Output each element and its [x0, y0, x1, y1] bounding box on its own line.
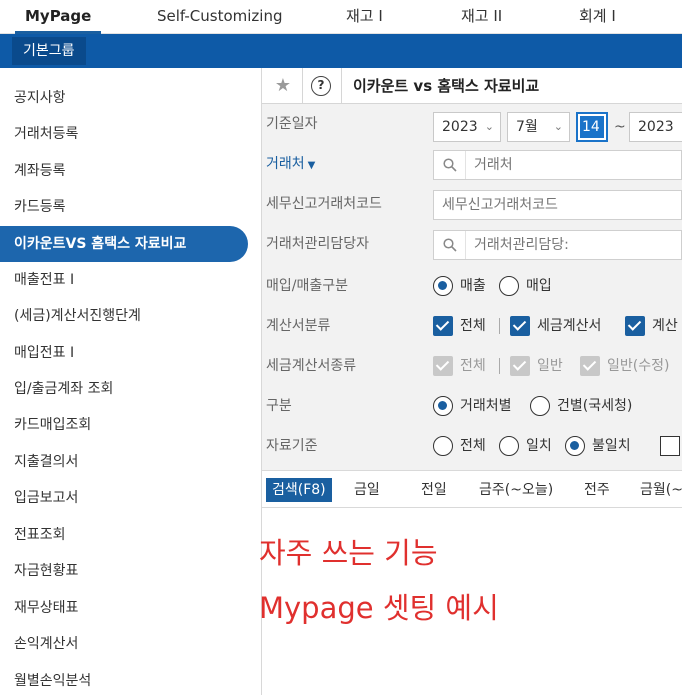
sidebar-item-expense-resolution[interactable]: 지출결의서: [14, 452, 78, 472]
search-f8-button[interactable]: 검색(F8): [266, 478, 332, 502]
row-division: 구분 거래처별 건별(국세청): [262, 386, 682, 426]
sidebar-item-account-register[interactable]: 계좌등록: [14, 161, 66, 181]
tab-accounting-1[interactable]: 회계 I: [579, 0, 616, 34]
caret-down-icon: ▼: [307, 160, 316, 171]
sidebar-item-income-statement[interactable]: 손익계산서: [14, 634, 78, 654]
month-select[interactable]: 7월 ⌄: [507, 112, 570, 142]
radio-basis-mismatch[interactable]: 불일치: [565, 436, 631, 456]
base-date-label: 기준일자: [266, 116, 318, 132]
tab-mypage[interactable]: MyPage: [14, 0, 102, 34]
check-type-normal-revised[interactable]: 일반(수정): [580, 356, 669, 376]
tab-inventory-2[interactable]: 재고 II: [461, 0, 502, 34]
radio-basis-match[interactable]: 일치: [499, 436, 552, 456]
check-type-normal[interactable]: 일반: [510, 356, 563, 376]
customer-manager-label: 거래처관리담당자: [266, 236, 370, 252]
row-customer: 거래처 ▼: [262, 144, 682, 184]
sidebar-item-purchase-slip[interactable]: 매입전표 I: [14, 343, 74, 363]
search-form: 기준일자 2023 ⌄ 7월 ⌄ 14 ~ 2023 거래처 ▼ 거래처 세무신…: [262, 104, 682, 470]
quick-filter-bar: 검색(F8) 금일 전일 금주(~오늘) 전주 금월(~: [262, 470, 682, 508]
year-value: 2023: [442, 119, 478, 135]
radio-purchase[interactable]: 매입: [499, 276, 552, 296]
sidebar-item-card-purchase[interactable]: 카드매입조회: [14, 415, 91, 435]
tax-customer-code-box[interactable]: [433, 190, 682, 220]
tax-customer-code-label: 세무신고거래처코드: [266, 196, 382, 212]
divider: [302, 68, 303, 104]
tab-inventory-1[interactable]: 재고 I: [346, 0, 383, 34]
tab-self-customizing[interactable]: Self-Customizing: [157, 0, 283, 34]
divider: [499, 318, 500, 334]
annotation-mypage-example: Mypage 셋팅 예시: [259, 591, 499, 625]
sidebar-item-deposit-report[interactable]: 입금보고서: [14, 488, 78, 508]
sidebar-item-bank-inquiry[interactable]: 입/출금계좌 조회: [14, 379, 113, 399]
annotation-frequent-functions: 자주 쓰는 기능: [259, 536, 438, 570]
chevron-down-icon: ⌄: [484, 120, 494, 133]
sidebar-item-notice[interactable]: 공지사항: [14, 88, 66, 108]
sidebar-item-customer-register[interactable]: 거래처등록: [14, 124, 78, 144]
row-data-basis: 자료기준 전체 일치 불일치: [262, 426, 682, 466]
invoice-class-label: 계산서분류: [266, 318, 331, 334]
radio-by-customer[interactable]: 거래처별: [433, 396, 512, 416]
top-nav: MyPage Self-Customizing 재고 I 재고 II 회계 I: [0, 0, 682, 34]
sidebar-item-slip-inquiry[interactable]: 전표조회: [14, 525, 66, 545]
star-icon[interactable]: ★: [272, 75, 294, 97]
range-tilde: ~: [614, 119, 626, 135]
tax-invoice-type-label: 세금계산서종류: [266, 358, 357, 374]
row-customer-manager: 거래처관리담당자: [262, 224, 682, 264]
search-icon[interactable]: [434, 151, 466, 179]
row-base-date: 기준일자 2023 ⌄ 7월 ⌄ 14 ~ 2023: [262, 104, 682, 144]
divider: [341, 68, 342, 104]
tax-customer-code-input[interactable]: [442, 195, 672, 215]
sidebar-item-monthly-pl[interactable]: 월별손익분석: [14, 671, 91, 691]
radio-sales[interactable]: 매출: [433, 276, 486, 296]
group-tab-basic[interactable]: 기본그룹: [12, 37, 86, 65]
checkbox-unlabeled[interactable]: [660, 436, 680, 456]
day-value: 14: [580, 116, 604, 138]
sidebar-item-sales-slip[interactable]: 매출전표 I: [14, 270, 74, 290]
check-type-all[interactable]: 전체: [433, 356, 486, 376]
customer-manager-input[interactable]: [474, 235, 674, 255]
group-bar: 기본그룹: [0, 34, 682, 68]
sidebar-item-balance-sheet[interactable]: 재무상태표: [14, 598, 78, 618]
end-year-value: 2023: [638, 119, 674, 135]
customer-manager-search[interactable]: [433, 230, 682, 260]
title-bar: ★ ? 이카운트 vs 홈택스 자료비교: [262, 68, 682, 104]
end-year-select[interactable]: 2023: [629, 112, 682, 142]
search-icon[interactable]: [434, 231, 466, 259]
day-input[interactable]: 14: [576, 112, 608, 142]
data-basis-label: 자료기준: [266, 438, 318, 454]
sidebar-item-fund-status[interactable]: 자금현황표: [14, 561, 78, 581]
this-month-button[interactable]: 금월(~: [640, 478, 682, 502]
last-week-button[interactable]: 전주: [584, 478, 610, 502]
yesterday-button[interactable]: 전일: [421, 478, 447, 502]
customer-input[interactable]: [474, 155, 674, 175]
today-button[interactable]: 금일: [354, 478, 380, 502]
division-label: 구분: [266, 398, 292, 414]
check-invoice[interactable]: 계산: [625, 316, 678, 336]
radio-by-case[interactable]: 건별(국세청): [530, 396, 632, 416]
sidebar-item-invoice-progress[interactable]: (세금)계산서진행단계: [14, 306, 141, 326]
sidebar-item-ecount-vs-hometax[interactable]: 이카운트VS 홈택스 자료비교: [0, 226, 248, 262]
row-buy-sell: 매입/매출구분 매출 매입: [262, 266, 682, 306]
customer-label-dropdown[interactable]: 거래처 ▼: [266, 144, 315, 186]
buy-sell-label: 매입/매출구분: [266, 278, 348, 294]
divider: [499, 358, 500, 374]
check-invoice-all[interactable]: 전체: [433, 316, 486, 336]
customer-search[interactable]: [433, 150, 682, 180]
radio-basis-all[interactable]: 전체: [433, 436, 486, 456]
page-title: 이카운트 vs 홈택스 자료비교: [353, 77, 540, 95]
sidebar-item-card-register[interactable]: 카드등록: [14, 197, 66, 217]
year-select[interactable]: 2023 ⌄: [433, 112, 501, 142]
month-value: 7월: [516, 119, 538, 135]
help-icon[interactable]: ?: [311, 76, 331, 96]
check-tax-invoice[interactable]: 세금계산서: [510, 316, 601, 336]
sidebar: 공지사항 거래처등록 계좌등록 카드등록 이카운트VS 홈택스 자료비교 매출전…: [0, 68, 262, 695]
row-tax-customer-code: 세무신고거래처코드: [262, 184, 682, 224]
chevron-down-icon: ⌄: [553, 120, 563, 133]
row-invoice-class: 계산서분류 전체 세금계산서 계산: [262, 306, 682, 346]
row-tax-invoice-type: 세금계산서종류 전체 일반 일반(수정): [262, 346, 682, 386]
this-week-button[interactable]: 금주(~오늘): [479, 478, 553, 502]
